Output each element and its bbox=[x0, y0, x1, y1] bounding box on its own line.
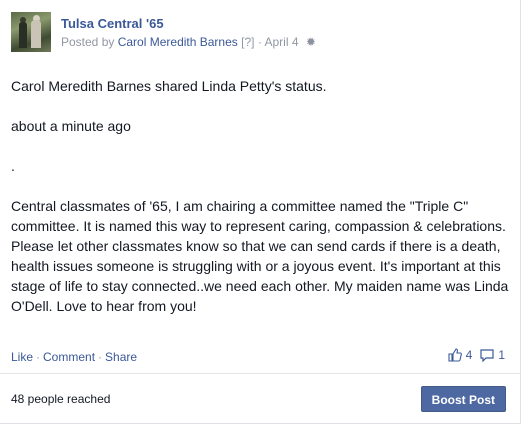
post-body-text: Central classmates of '65, I am chairing… bbox=[11, 198, 509, 314]
comment-count[interactable]: 1 bbox=[498, 348, 505, 362]
group-name-link[interactable]: Tulsa Central '65 bbox=[61, 16, 164, 31]
post-actions: Like · Comment · Share bbox=[11, 350, 137, 364]
gear-icon[interactable]: ✹ bbox=[306, 35, 316, 49]
boost-post-button[interactable]: Boost Post bbox=[420, 386, 506, 412]
post-header: Tulsa Central '65 Posted by Carol Meredi… bbox=[11, 12, 510, 54]
like-count[interactable]: 4 bbox=[466, 348, 473, 362]
thumbs-up-icon[interactable] bbox=[448, 348, 462, 362]
byline-separator: · bbox=[257, 35, 262, 49]
share-link[interactable]: Share bbox=[105, 350, 137, 364]
comment-link[interactable]: Comment bbox=[43, 350, 95, 364]
group-avatar[interactable] bbox=[11, 12, 51, 52]
post-byline: Posted by Carol Meredith Barnes [?] · Ap… bbox=[61, 35, 316, 49]
post-card: Tulsa Central '65 Posted by Carol Meredi… bbox=[0, 0, 521, 424]
comment-bubble-icon[interactable] bbox=[480, 348, 494, 362]
action-separator: · bbox=[36, 350, 41, 364]
post-date-link[interactable]: April 4 bbox=[264, 35, 298, 49]
byline-prefix: Posted by bbox=[61, 35, 115, 49]
post-timestamp: about a minute ago bbox=[11, 118, 131, 134]
post-counts: 4 1 bbox=[448, 348, 505, 362]
author-marker[interactable]: [?] bbox=[241, 35, 254, 49]
reach-stats[interactable]: 48 people reached bbox=[11, 392, 110, 406]
shared-status-line: Carol Meredith Barnes shared Linda Petty… bbox=[11, 78, 327, 94]
footer-divider bbox=[0, 373, 520, 374]
like-link[interactable]: Like bbox=[11, 350, 33, 364]
post-dot: . bbox=[11, 158, 15, 174]
action-separator: · bbox=[98, 350, 103, 364]
author-link[interactable]: Carol Meredith Barnes bbox=[118, 35, 238, 49]
post-content: Carol Meredith Barnes shared Linda Petty… bbox=[11, 76, 509, 316]
